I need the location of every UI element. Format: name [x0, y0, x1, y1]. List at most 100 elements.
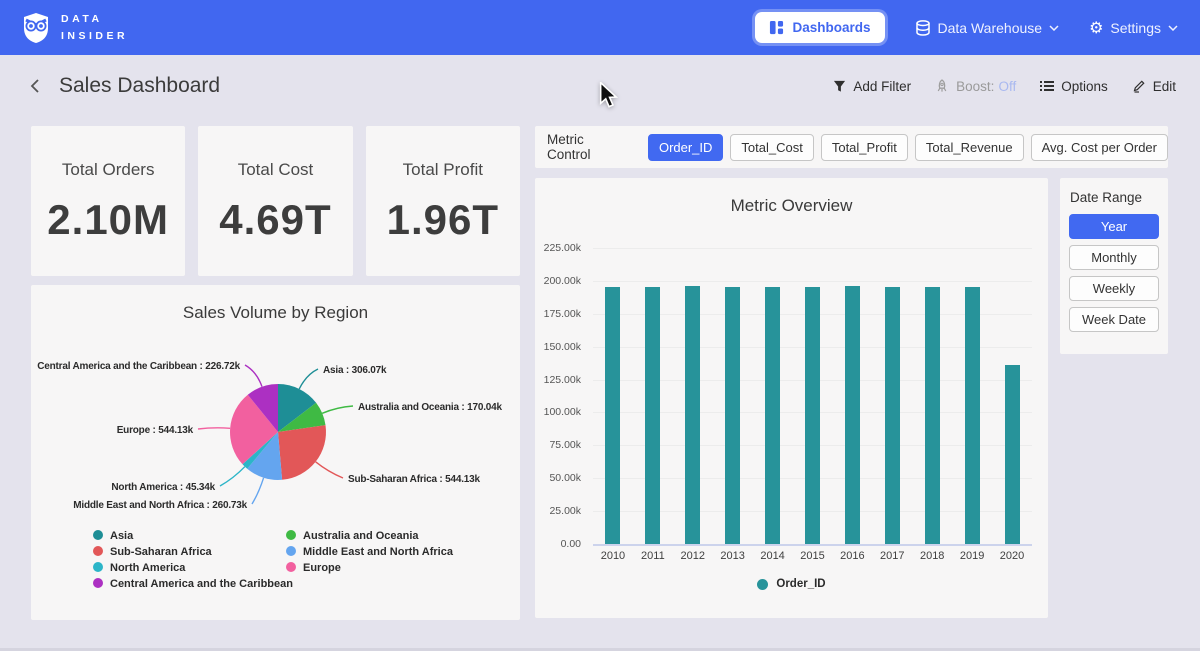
pie-leader-line — [252, 478, 264, 504]
bar-2015[interactable] — [805, 287, 820, 544]
header-actions: Add Filter Boost: Off Options Ed — [833, 79, 1176, 94]
y-axis-tick: 150.00k — [544, 341, 581, 353]
pie-legend-label-sub-saharan-africa[interactable]: Sub-Saharan Africa — [110, 546, 213, 558]
kpi-card-total-orders: Total Orders 2.10M — [31, 126, 185, 276]
pie-legend-label-central-america-and-the-caribbean[interactable]: Central America and the Caribbean — [110, 578, 293, 590]
nav-dashboards-label: Dashboards — [792, 20, 870, 35]
gear-icon: ⚙ — [1089, 20, 1103, 36]
pie-legend-dot — [93, 530, 103, 540]
back-button[interactable] — [24, 74, 46, 98]
bar-slot — [673, 286, 713, 544]
x-axis-label: 2016 — [832, 550, 872, 568]
metric-button-avg-cost-per-order[interactable]: Avg. Cost per Order — [1031, 134, 1168, 161]
options-button[interactable]: Options — [1040, 79, 1108, 94]
pie-chart[interactable]: Asia : 306.07kAustralia and Oceania : 17… — [31, 330, 520, 620]
date-button-week-date[interactable]: Week Date — [1069, 307, 1159, 332]
pie-legend-dot — [93, 546, 103, 556]
pie-leader-line — [198, 428, 230, 429]
pie-legend-dot — [286, 530, 296, 540]
bar-2011[interactable] — [645, 287, 660, 544]
kpi-label: Total Cost — [198, 160, 352, 180]
metric-button-order-id[interactable]: Order_ID — [648, 134, 723, 161]
pie-legend-label-australia-and-oceania[interactable]: Australia and Oceania — [303, 530, 419, 542]
options-label: Options — [1061, 79, 1108, 94]
bar-slot — [832, 286, 872, 544]
chevron-down-icon — [1168, 25, 1178, 31]
y-axis-tick: 0.00 — [561, 538, 581, 550]
page-header: Sales Dashboard Add Filter Boost: Off Op… — [0, 55, 1200, 117]
pie-legend-label-europe[interactable]: Europe — [303, 562, 341, 574]
edit-pencil-icon — [1132, 79, 1146, 93]
metric-button-total-revenue[interactable]: Total_Revenue — [915, 134, 1024, 161]
page-title: Sales Dashboard — [59, 74, 833, 98]
bar-2020[interactable] — [1005, 365, 1020, 544]
pie-slice-sub-saharan-africa[interactable] — [278, 425, 326, 480]
x-axis-label: 2011 — [633, 550, 673, 568]
database-icon — [915, 20, 931, 36]
kpi-label: Total Profit — [366, 160, 520, 180]
metric-button-total-profit[interactable]: Total_Profit — [821, 134, 908, 161]
pie-slice-label: Sub-Saharan Africa : 544.13k — [348, 474, 481, 485]
y-axis-tick: 225.00k — [544, 242, 581, 254]
y-axis-tick: 50.00k — [549, 472, 581, 484]
bar-legend[interactable]: Order_ID — [535, 578, 1048, 590]
x-axis-label: 2018 — [912, 550, 952, 568]
boost-label: Boost: — [956, 79, 994, 94]
bar-2018[interactable] — [925, 287, 940, 544]
kpi-value: 1.96T — [366, 196, 520, 244]
boost-toggle[interactable]: Boost: Off — [935, 79, 1016, 94]
nav-settings[interactable]: ⚙ Settings — [1089, 20, 1178, 36]
kpi-card-total-profit: Total Profit 1.96T — [366, 126, 520, 276]
pie-slice-label: Europe : 544.13k — [117, 425, 194, 436]
edit-button[interactable]: Edit — [1132, 79, 1176, 94]
bar-2013[interactable] — [725, 287, 740, 544]
pie-leader-line — [299, 369, 318, 389]
pie-slice-label: Middle East and North Africa : 260.73k — [73, 500, 247, 511]
bar-2019[interactable] — [965, 287, 980, 544]
bar-2014[interactable] — [765, 287, 780, 544]
date-button-year[interactable]: Year — [1069, 214, 1159, 239]
pie-slice-label: Central America and the Caribbean : 226.… — [37, 361, 240, 372]
kpi-value: 4.69T — [198, 196, 352, 244]
nav-menu: Dashboards Data Warehouse ⚙ Settings — [755, 12, 1178, 43]
y-axis-tick: 200.00k — [544, 275, 581, 287]
metric-control-panel: Metric Control Order_ID Total_Cost Total… — [535, 126, 1168, 168]
pie-leader-line — [316, 462, 343, 478]
metric-button-total-cost[interactable]: Total_Cost — [730, 134, 813, 161]
pie-slice-label: Asia : 306.07k — [323, 365, 387, 376]
dashboard-icon — [769, 20, 784, 35]
bar-2017[interactable] — [885, 287, 900, 544]
bar-y-axis: 225.00k200.00k175.00k150.00k125.00k100.0… — [535, 240, 587, 544]
date-button-monthly[interactable]: Monthly — [1069, 245, 1159, 270]
y-axis-tick: 100.00k — [544, 406, 581, 418]
pie-legend-dot — [286, 546, 296, 556]
pie-legend-label-asia[interactable]: Asia — [110, 530, 134, 542]
bar-chart-panel: Metric Overview 225.00k200.00k175.00k150… — [535, 178, 1048, 618]
pie-legend-label-north-america[interactable]: North America — [110, 562, 186, 574]
nav-settings-label: Settings — [1110, 20, 1161, 36]
bar-2012[interactable] — [685, 286, 700, 544]
nav-dashboards-button[interactable]: Dashboards — [755, 12, 884, 43]
bar-x-axis: 2010201120122013201420152016201720182019… — [593, 550, 1032, 568]
pie-leader-line — [322, 406, 353, 413]
brand-logo[interactable]: DATA INSIDER — [22, 11, 128, 44]
legend-dot — [757, 579, 768, 590]
bar-slot — [593, 287, 633, 544]
date-button-weekly[interactable]: Weekly — [1069, 276, 1159, 301]
x-axis-label: 2010 — [593, 550, 633, 568]
bar-2016[interactable] — [845, 286, 860, 544]
kpi-label: Total Orders — [31, 160, 185, 180]
kpi-card-total-cost: Total Cost 4.69T — [198, 126, 352, 276]
x-axis-label: 2015 — [793, 550, 833, 568]
bar-slot — [793, 287, 833, 544]
date-range-label: Date Range — [1069, 190, 1159, 205]
pie-leader-line — [245, 365, 262, 387]
nav-data-warehouse[interactable]: Data Warehouse — [915, 20, 1060, 36]
pie-legend-dot — [286, 562, 296, 572]
bar-series — [593, 240, 1032, 544]
bar-2010[interactable] — [605, 287, 620, 544]
pie-legend-label-middle-east-and-north-africa[interactable]: Middle East and North Africa — [303, 546, 454, 558]
add-filter-button[interactable]: Add Filter — [833, 79, 911, 94]
rocket-icon — [935, 79, 949, 93]
kpi-row: Total Orders 2.10M Total Cost 4.69T Tota… — [31, 126, 520, 276]
